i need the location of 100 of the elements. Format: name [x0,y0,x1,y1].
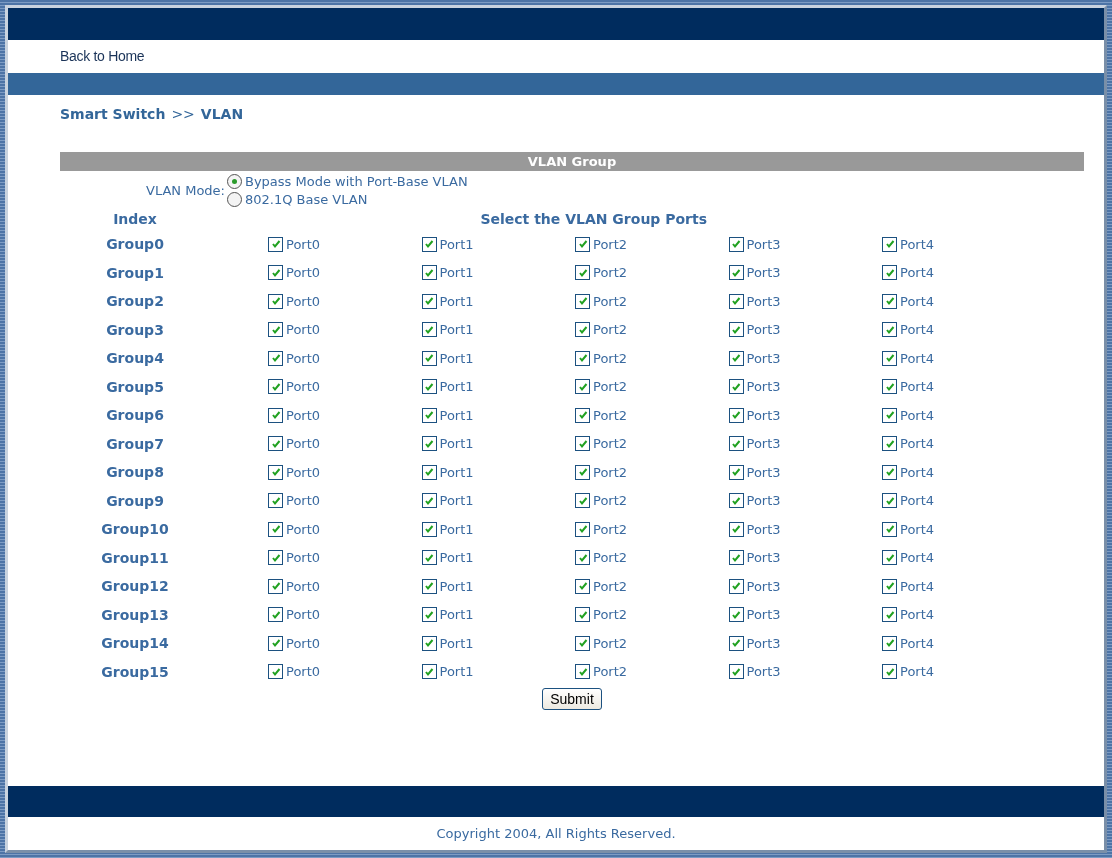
checkbox-label: Port0 [286,436,321,452]
checkbox[interactable] [421,322,437,338]
checkbox[interactable] [728,436,744,452]
checkbox[interactable] [728,293,744,309]
checkbox[interactable] [882,550,897,566]
checkmark-icon [731,552,741,563]
checkbox[interactable] [268,293,283,309]
checkbox[interactable] [421,379,437,395]
checkmark-icon [424,324,434,335]
checkbox[interactable] [268,635,283,651]
checkbox[interactable] [575,664,590,680]
checkbox[interactable] [575,493,590,509]
checkbox[interactable] [882,635,897,651]
checkbox[interactable] [728,578,744,594]
checkbox[interactable] [575,464,590,480]
radio-button[interactable] [227,192,242,207]
checkbox[interactable] [268,379,283,395]
back-to-home-link[interactable]: Back to Home [60,48,145,64]
checkbox[interactable] [575,293,590,309]
checkbox-label: Port1 [439,493,474,509]
radio-button[interactable] [227,174,242,189]
checkbox[interactable] [882,607,897,623]
checkbox[interactable] [575,407,590,423]
checkbox[interactable] [728,350,744,366]
checkbox[interactable] [575,436,590,452]
checkbox[interactable] [268,550,283,566]
checkbox[interactable] [882,265,897,281]
group-name: Group7 [105,434,165,454]
checkbox[interactable] [882,664,897,680]
checkbox[interactable] [268,350,283,366]
checkmark-icon [424,609,434,620]
checkbox[interactable] [882,236,897,252]
checkbox[interactable] [575,635,590,651]
checkbox[interactable] [728,464,744,480]
checkmark-icon [731,438,741,449]
checkbox[interactable] [575,236,590,252]
checkbox[interactable] [268,607,283,623]
checkbox[interactable] [421,493,437,509]
checkbox[interactable] [268,664,283,680]
checkbox[interactable] [882,578,897,594]
checkbox[interactable] [268,407,283,423]
checkbox-label: Port4 [900,265,935,281]
checkbox[interactable] [882,521,897,537]
checkbox[interactable] [421,578,437,594]
checkbox[interactable] [421,550,437,566]
checkbox[interactable] [575,521,590,537]
checkmark-icon [884,552,895,563]
checkmark-icon [424,438,434,449]
checkbox[interactable] [268,436,283,452]
checkbox[interactable] [575,550,590,566]
checkbox[interactable] [728,550,744,566]
checkbox[interactable] [575,578,590,594]
checkbox[interactable] [575,350,590,366]
checkbox[interactable] [728,379,744,395]
checkbox[interactable] [421,436,437,452]
checkbox[interactable] [268,322,283,338]
checkbox[interactable] [882,350,897,366]
checkbox[interactable] [268,521,283,537]
checkbox[interactable] [421,464,437,480]
checkbox[interactable] [882,407,897,423]
checkbox[interactable] [882,436,897,452]
checkmark-icon [884,609,895,620]
checkbox[interactable] [421,350,437,366]
checkbox[interactable] [882,493,897,509]
checkbox[interactable] [728,322,744,338]
checkmark-icon [424,552,434,563]
checkbox[interactable] [421,236,437,252]
checkbox[interactable] [728,521,744,537]
checkbox[interactable] [268,265,283,281]
checkmark-icon [270,495,281,506]
checkbox[interactable] [575,322,590,338]
checkbox[interactable] [268,236,283,252]
checkbox[interactable] [728,607,744,623]
checkbox[interactable] [728,407,744,423]
checkbox[interactable] [421,521,437,537]
submit-button[interactable]: Submit [542,688,602,710]
checkbox[interactable] [421,607,437,623]
checkbox[interactable] [421,635,437,651]
checkbox[interactable] [575,265,590,281]
checkbox[interactable] [882,379,897,395]
checkbox[interactable] [268,493,283,509]
checkbox[interactable] [728,236,744,252]
checkbox[interactable] [728,635,744,651]
checkbox[interactable] [421,265,437,281]
checkbox[interactable] [728,493,744,509]
checkbox[interactable] [575,607,590,623]
checkbox[interactable] [421,407,437,423]
checkbox[interactable] [728,265,744,281]
checkbox[interactable] [728,664,744,680]
checkmark-icon [270,324,281,335]
checkbox-label: Port1 [439,635,474,651]
checkbox[interactable] [421,293,437,309]
checkbox[interactable] [882,464,897,480]
checkbox[interactable] [268,464,283,480]
checkbox[interactable] [882,322,897,338]
checkbox[interactable] [882,293,897,309]
checkbox[interactable] [421,664,437,680]
checkmark-icon [577,638,588,649]
checkbox[interactable] [268,578,283,594]
checkbox[interactable] [575,379,590,395]
